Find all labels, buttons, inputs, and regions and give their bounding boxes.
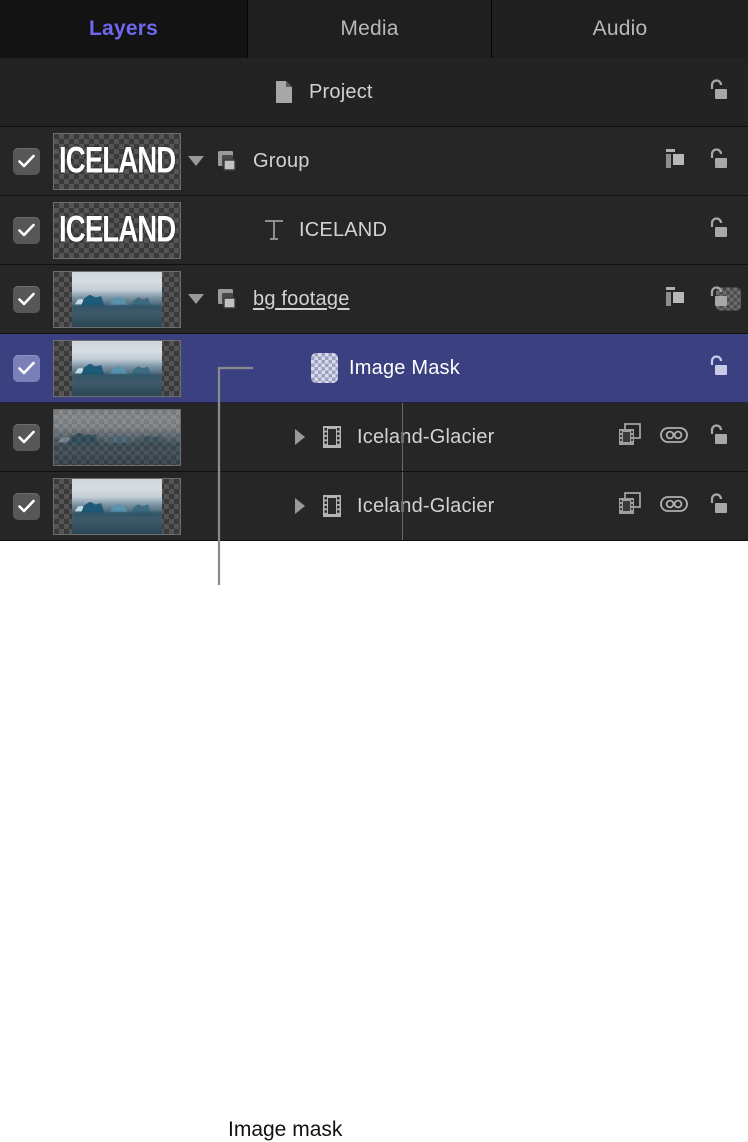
row-right-icons (664, 127, 748, 195)
film-strip-icon (315, 494, 349, 518)
unlock-icon[interactable] (705, 353, 729, 384)
image-mask-icon (307, 353, 341, 383)
row-right-icons (617, 403, 748, 471)
media-stack-icon[interactable] (617, 491, 643, 522)
layer-row-bg-footage[interactable]: bg footage (0, 265, 748, 334)
unlock-icon[interactable] (705, 422, 729, 453)
layer-visibility-checkbox-cell (0, 217, 53, 244)
tab-audio[interactable]: Audio (492, 0, 748, 58)
layer-row-content: Image Mask (181, 334, 748, 402)
layer-visibility-checkbox-cell (0, 355, 53, 382)
layer-thumbnail-cell: ICELAND (53, 133, 181, 190)
chevron-right-icon[interactable] (285, 497, 315, 515)
glacier-thumbnail (53, 340, 181, 397)
layer-row-group[interactable]: ICELAND Group (0, 127, 748, 196)
glacier-image (72, 479, 162, 534)
chevron-down-icon[interactable] (181, 292, 211, 306)
visibility-checkbox[interactable] (13, 217, 40, 244)
link-icon[interactable] (660, 495, 688, 518)
visibility-checkbox[interactable] (13, 355, 40, 382)
link-icon[interactable] (660, 426, 688, 449)
visibility-checkbox[interactable] (13, 493, 40, 520)
layer-name: Image Mask (349, 357, 460, 380)
layer-name: Iceland-Glacier (357, 426, 495, 449)
chevron-right-icon[interactable] (285, 428, 315, 446)
layer-row-content: Group (181, 127, 748, 195)
layer-visibility-checkbox-cell (0, 424, 53, 451)
mask-layer-icon[interactable] (664, 285, 688, 314)
thumbnail-text: ICELAND (59, 209, 175, 252)
unlock-icon[interactable] (705, 215, 729, 246)
layer-row-iceland-glacier-2[interactable]: Iceland-Glacier (0, 472, 748, 541)
layer-thumbnail-cell (53, 340, 181, 397)
row-right-icons (705, 196, 748, 264)
row-right-icons (617, 472, 748, 540)
layer-row-iceland-glacier-1[interactable]: Iceland-Glacier (0, 403, 748, 472)
unlock-icon[interactable] (705, 284, 729, 315)
group-icon (211, 287, 245, 311)
layer-row-content: ICELAND (181, 196, 748, 264)
media-stack-icon[interactable] (617, 422, 643, 453)
layer-name: Group (253, 150, 310, 173)
callout-label: Image mask (228, 1118, 342, 1142)
document-icon (267, 80, 301, 104)
panel-tab-bar: Layers Media Audio (0, 0, 748, 58)
layer-thumbnail-cell: ICELAND (53, 202, 181, 259)
layer-row-project[interactable]: Project (0, 58, 748, 127)
mask-layer-icon[interactable] (664, 147, 688, 176)
glacier-image (54, 410, 180, 465)
layer-thumbnail-cell (53, 271, 181, 328)
visibility-checkbox[interactable] (13, 286, 40, 313)
layer-visibility-checkbox-cell (0, 493, 53, 520)
layer-thumbnail-cell (53, 409, 181, 466)
glacier-thumbnail-faded (53, 409, 181, 466)
thumbnail-text: ICELAND (59, 140, 175, 183)
layer-row-content: Project (181, 58, 748, 126)
layer-row-content: Iceland-Glacier (181, 403, 748, 471)
layer-name: Iceland-Glacier (357, 495, 495, 518)
layer-row-image-mask[interactable]: Image Mask (0, 334, 748, 403)
layer-row-content: Iceland-Glacier (181, 472, 748, 540)
film-strip-icon (315, 425, 349, 449)
layer-name: bg footage (253, 288, 350, 311)
iceland-text-thumbnail: ICELAND (53, 133, 181, 190)
unlock-icon[interactable] (705, 77, 729, 108)
row-right-icons (705, 58, 748, 126)
glacier-thumbnail (53, 478, 181, 535)
unlock-icon[interactable] (705, 491, 729, 522)
visibility-checkbox[interactable] (13, 424, 40, 451)
tab-media-label: Media (340, 17, 398, 41)
text-tool-icon (257, 218, 291, 242)
layers-list: Project ICELAND (0, 58, 748, 541)
tab-layers[interactable]: Layers (0, 0, 248, 58)
layer-visibility-checkbox-cell (0, 286, 53, 313)
glacier-image (72, 272, 162, 327)
column-divider (402, 472, 403, 540)
layer-visibility-checkbox-cell (0, 148, 53, 175)
group-icon (211, 149, 245, 173)
chevron-down-icon[interactable] (181, 154, 211, 168)
layer-row-content: bg footage (181, 265, 748, 333)
tab-layers-label: Layers (89, 17, 158, 41)
row-right-icons (664, 265, 748, 333)
visibility-checkbox[interactable] (13, 148, 40, 175)
iceland-text-thumbnail: ICELAND (53, 202, 181, 259)
glacier-image (72, 341, 162, 396)
row-right-icons (705, 334, 748, 402)
glacier-thumbnail (53, 271, 181, 328)
unlock-icon[interactable] (705, 146, 729, 177)
column-divider (402, 403, 403, 471)
caption-area: Image mask (0, 546, 748, 614)
layer-name: ICELAND (299, 219, 387, 242)
layer-name: Project (309, 81, 373, 104)
layer-thumbnail-cell (53, 478, 181, 535)
tab-audio-label: Audio (593, 17, 648, 41)
layer-row-iceland-text[interactable]: ICELAND ICELAND (0, 196, 748, 265)
tab-media[interactable]: Media (248, 0, 492, 58)
